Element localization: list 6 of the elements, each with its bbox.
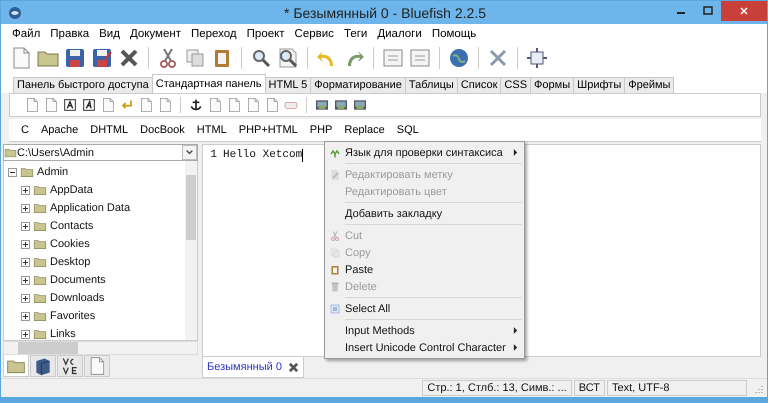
status-field: Text, UTF-8 — [607, 380, 747, 396]
line-number: 1 — [209, 149, 218, 161]
status-field: Стр.: 1, Стлб.: 13, Симв.: ... — [422, 380, 572, 396]
window-title: * Безымянный 0 - Bluefish 2.2.5 — [283, 4, 487, 20]
status-field: ВСТ — [574, 380, 605, 396]
code-line: Hello Xetcom — [223, 149, 302, 161]
